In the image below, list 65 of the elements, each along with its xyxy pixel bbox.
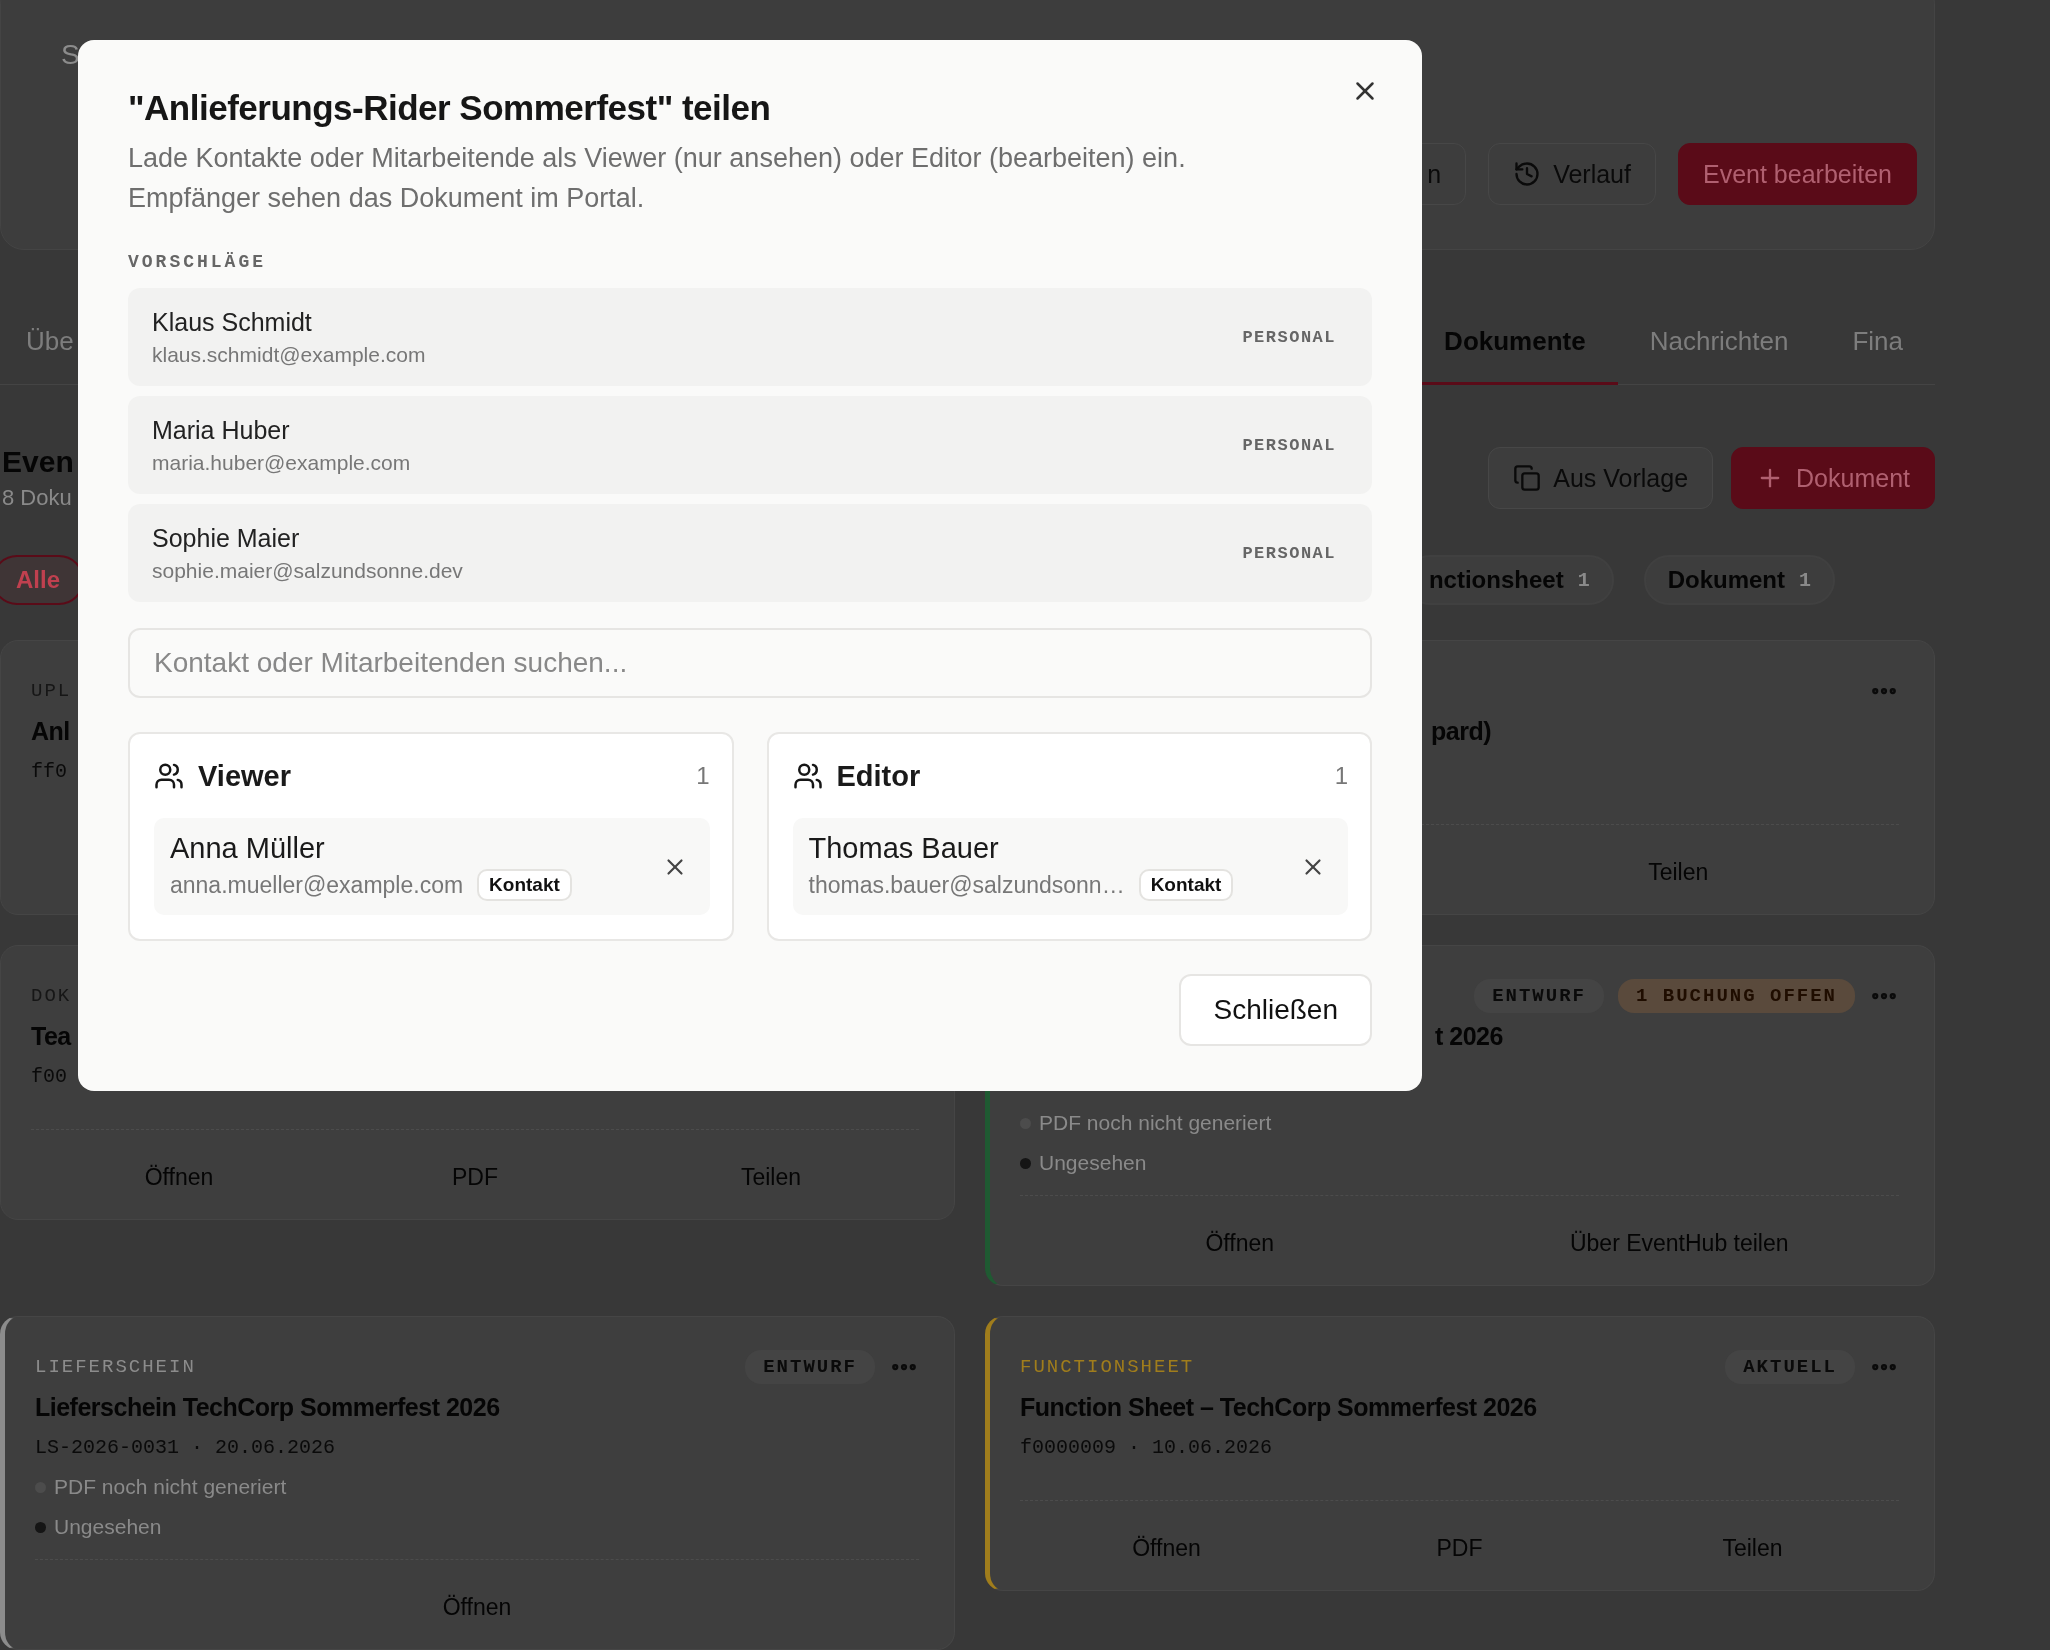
contact-email: klaus.schmidt@example.com [152, 342, 426, 367]
card-action[interactable]: PDF [327, 1154, 623, 1201]
subtitle: S [61, 39, 80, 71]
document-title: Anl [31, 717, 70, 746]
suggestion-item[interactable]: Klaus Schmidt klaus.schmidt@example.com PERSONAL [128, 288, 1372, 386]
edit-event-button[interactable]: Event bearbeiten [1677, 143, 1917, 205]
status-badge: ENTWURF [1474, 979, 1604, 1013]
document-title: Tea [31, 1022, 71, 1051]
contact-name: Maria Huber [152, 415, 291, 445]
contact-name: Klaus Schmidt [152, 307, 313, 337]
document-title: t 2026 [1435, 1022, 1503, 1051]
member-count: 1 [1334, 762, 1348, 790]
card-action[interactable]: Teilen [1457, 849, 1899, 896]
card-action[interactable]: Öffnen [1020, 1525, 1313, 1572]
card-action[interactable]: Teilen [1606, 1525, 1899, 1572]
member-name: Anna Müller [170, 832, 326, 865]
status-badge: AKTUELL [1725, 1350, 1855, 1384]
role-label: PERSONAL [1242, 435, 1336, 455]
section-heading: VORSCHLÄGE [128, 252, 267, 272]
status-text: Ungesehen [54, 1515, 162, 1539]
role-label: PERSONAL [1242, 327, 1336, 347]
status-text: PDF noch nicht generiert [54, 1475, 287, 1499]
new-document-button[interactable]: Dokument [1731, 447, 1935, 509]
role-label: PERSONAL [1242, 543, 1336, 563]
document-title: pard) [1431, 717, 1491, 746]
panel-title: Editor [836, 759, 921, 793]
card-action[interactable]: Über EventHub teilen [1459, 1220, 1899, 1267]
card-action[interactable]: PDF [1313, 1525, 1606, 1572]
contact-tag: Kontakt [1138, 869, 1234, 901]
document-title: Function Sheet – TechCorp Sommerfest 2026 [1020, 1393, 1537, 1422]
member-email: thomas.bauer@salzundsonn… [808, 871, 1125, 899]
status-text: Ungesehen [1039, 1151, 1147, 1175]
status-text: PDF noch nicht generiert [1039, 1111, 1272, 1135]
panel-title: Viewer [198, 759, 291, 793]
card-action[interactable]: Öffnen [31, 1154, 327, 1201]
document-type: LIEFERSCHEIN [35, 1356, 196, 1378]
dialog-description: Lade Kontakte oder Mitarbeitende als Viewer (nur ansehen) oder Editor (bearbeiten) ein. Empfänger sehen das Dokument im Portal. [128, 142, 1187, 215]
tab[interactable]: Übe [26, 300, 74, 385]
card-action[interactable]: Öffnen [35, 1584, 919, 1631]
member-count: 1 [696, 762, 710, 790]
tab[interactable]: Fina [1820, 300, 1935, 385]
close-button[interactable]: Schließen [1179, 974, 1372, 1046]
filter-chip[interactable]: Dokument 1 [1643, 555, 1835, 605]
dialog-title: "Anlieferungs-Rider Sommerfest" teilen [128, 88, 772, 128]
document-type: FUNCTIONSHEET [1020, 1356, 1195, 1378]
document-title: Lieferschein TechCorp Sommerfest 2026 [35, 1393, 500, 1422]
copy-icon [1513, 464, 1542, 492]
member-name: Thomas Bauer [808, 832, 1000, 865]
search-field[interactable]: Kontakt oder Mitarbeitenden suchen... [128, 628, 1372, 698]
suggestion-item[interactable]: Sophie Maier sophie.maier@salzundsonne.dev PERSONAL [128, 504, 1372, 602]
tab[interactable]: Nachrichten [1617, 300, 1821, 385]
status-badge: ENTWURF [745, 1350, 875, 1384]
users-icon [792, 761, 823, 791]
contact-email: maria.huber@example.com [152, 450, 411, 475]
users-icon [154, 761, 184, 791]
contact-name: Sophie Maier [152, 523, 301, 553]
card-action[interactable]: Teilen [623, 1154, 919, 1201]
member-email: anna.mueller@example.com [170, 871, 464, 899]
contact-email: sophie.maier@salzundsonne.dev [152, 558, 463, 583]
contact-tag: Kontakt [477, 869, 572, 901]
suggestion-item[interactable]: Maria Huber maria.huber@example.com PERSONAL [128, 396, 1372, 494]
status-badge: 1 BUCHUNG OFFEN [1617, 979, 1855, 1013]
card-action[interactable]: Öffnen [1020, 1220, 1460, 1267]
history-icon [1513, 160, 1542, 188]
section-subtitle: 8 Doku [2, 485, 73, 511]
